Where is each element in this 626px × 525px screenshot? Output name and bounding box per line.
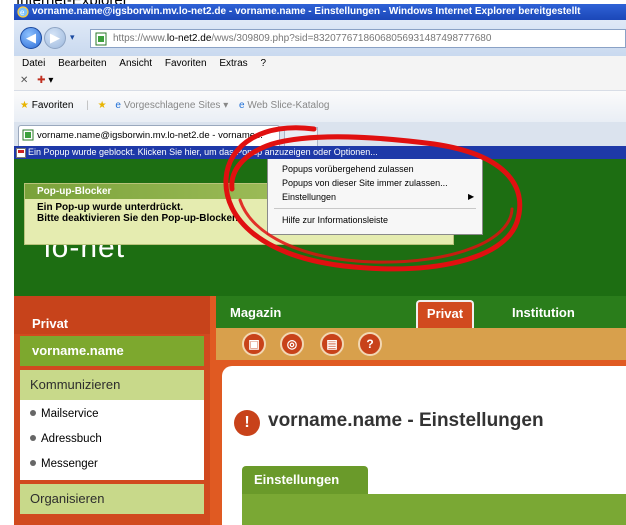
browser-window: vorname.name@igsborwin.mv.lo-net2.de - v… bbox=[14, 4, 626, 525]
annotation-circle bbox=[223, 125, 523, 272]
